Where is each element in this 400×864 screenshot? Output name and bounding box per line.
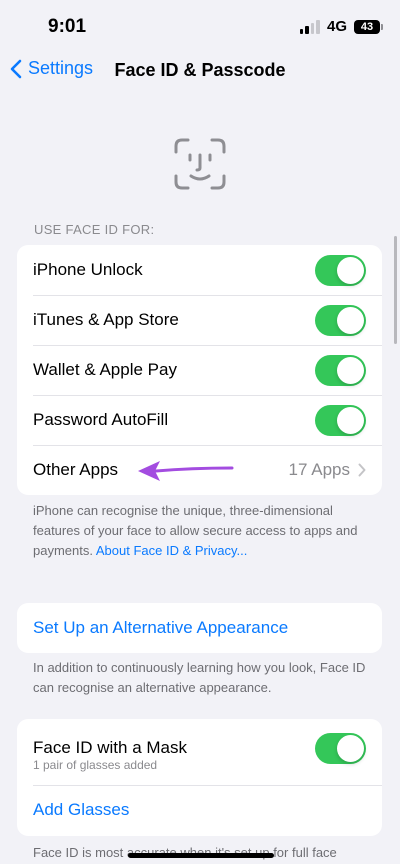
row-alternative-appearance[interactable]: Set Up an Alternative Appearance xyxy=(17,603,382,653)
row-label: iPhone Unlock xyxy=(33,260,143,279)
row-wallet-apple-pay: Wallet & Apple Pay xyxy=(17,345,382,395)
add-glasses-button[interactable]: Add Glasses xyxy=(33,800,129,820)
status-bar: 9:01 4G 43 xyxy=(0,0,400,54)
row-face-id-mask: Face ID with a Mask 1 pair of glasses ad… xyxy=(17,719,382,785)
iphone-unlock-toggle[interactable] xyxy=(315,254,366,286)
row-label: Wallet & Apple Pay xyxy=(33,360,177,379)
setup-alternative-appearance-button[interactable]: Set Up an Alternative Appearance xyxy=(33,618,288,638)
row-label: Face ID with a Mask xyxy=(33,738,187,757)
network-type: 4G xyxy=(326,18,347,35)
wallet-apple-pay-toggle[interactable] xyxy=(315,354,366,386)
status-indicators: 4G 43 xyxy=(299,18,383,35)
alternative-appearance-group: Set Up an Alternative Appearance xyxy=(17,603,382,653)
toggle-knob xyxy=(337,356,364,384)
toggle-knob xyxy=(337,406,364,434)
row-itunes-app-store: iTunes & App Store xyxy=(17,295,382,345)
row-password-autofill: Password AutoFill xyxy=(17,395,382,445)
row-label: iTunes & App Store xyxy=(33,310,179,329)
face-id-icon xyxy=(174,138,226,190)
section-header-use-face-id: USE FACE ID FOR: xyxy=(34,222,155,237)
battery-icon: 43 xyxy=(354,19,383,34)
itunes-app-store-toggle[interactable] xyxy=(315,304,366,336)
row-label: Password AutoFill xyxy=(33,410,169,429)
cellular-signal-icon xyxy=(299,19,320,34)
alternative-footer: In addition to continuously learning how… xyxy=(33,660,366,695)
status-time: 9:01 xyxy=(48,16,87,37)
toggle-knob xyxy=(337,734,364,762)
password-autofill-toggle[interactable] xyxy=(315,404,366,436)
about-face-id-link[interactable]: About Face ID & Privacy... xyxy=(96,543,247,558)
mask-group: Face ID with a Mask 1 pair of glasses ad… xyxy=(17,719,382,836)
home-indicator[interactable] xyxy=(128,853,274,858)
toggle-knob xyxy=(337,256,364,284)
toggle-knob xyxy=(337,306,364,334)
other-apps-count: 17 Apps xyxy=(288,460,350,479)
navigation-bar: Settings Face ID & Passcode xyxy=(0,54,400,90)
face-id-mask-toggle[interactable] xyxy=(315,732,366,764)
annotation-arrow-icon xyxy=(138,461,234,481)
chevron-right-icon xyxy=(358,463,366,477)
row-add-glasses[interactable]: Add Glasses xyxy=(17,785,382,835)
face-id-footer: iPhone can recognise the unique, three-d… xyxy=(33,501,378,561)
mask-subtitle: 1 pair of glasses added xyxy=(33,757,158,772)
page-title: Face ID & Passcode xyxy=(114,60,286,80)
scrollbar[interactable] xyxy=(394,236,397,344)
row-iphone-unlock: iPhone Unlock xyxy=(17,245,382,295)
